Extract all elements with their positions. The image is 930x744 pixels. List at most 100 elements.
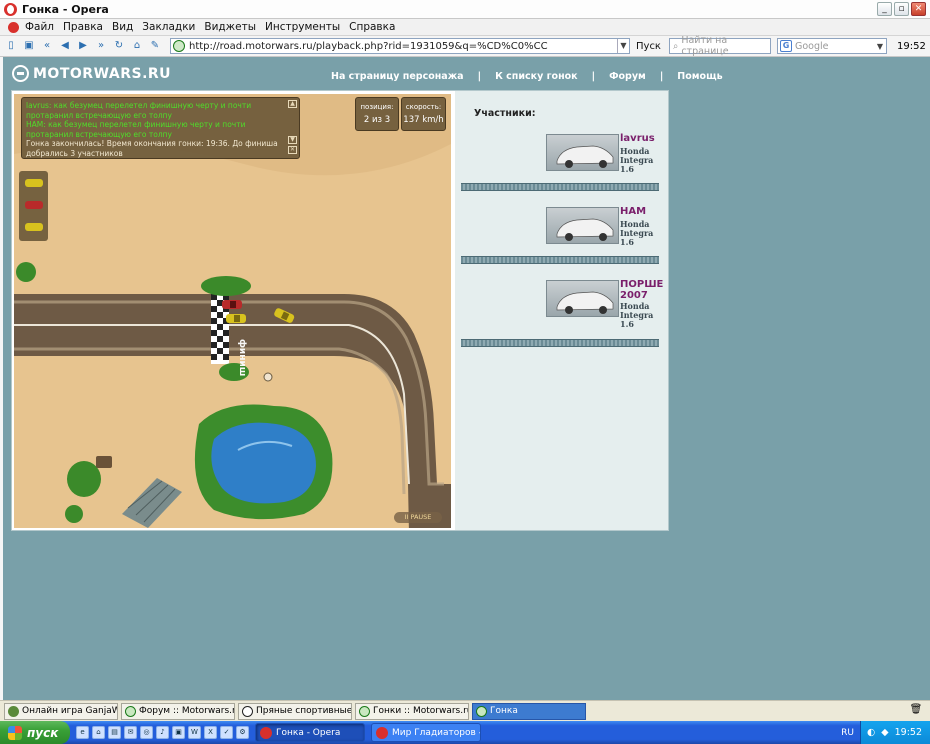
participants-title: Участники: [474, 108, 536, 119]
quicklaunch-app-icon[interactable]: X [204, 726, 217, 739]
quicklaunch-app-icon[interactable]: ⚙ [236, 726, 249, 739]
pause-button[interactable]: II PAUSE [394, 512, 442, 523]
site-nav: На страницу персонажа | К списку гонок |… [331, 71, 723, 82]
quicklaunch-app-icon[interactable]: ▣ [172, 726, 185, 739]
maximize-button[interactable]: ▫ [894, 2, 909, 16]
taskbar-window-opera[interactable]: Гонка - Opera [255, 723, 365, 742]
site-logo[interactable]: MOTORWARS.RU [12, 65, 171, 82]
menu-file[interactable]: Файл [25, 21, 54, 33]
home-icon[interactable]: ⌂ [130, 39, 144, 53]
language-indicator[interactable]: RU [841, 728, 854, 738]
tray-volume-icon[interactable]: ◆ [881, 727, 888, 738]
wheel-logo-icon [12, 65, 29, 82]
window-title: Гонка - Opera [22, 2, 109, 16]
chat-scroll-up-icon[interactable]: ▲ [288, 100, 297, 108]
position-indicator: позиция: 2 из 3 [355, 97, 399, 131]
menu-help[interactable]: Справка [349, 21, 395, 33]
tab-sports[interactable]: Пряные спортивные тр... [238, 702, 352, 720]
menu-widgets[interactable]: Виджеты [204, 21, 256, 33]
participant-item: lavrus Honda Integra 1.6 [461, 133, 659, 202]
race-chat-log: lavrus: как безумец перелетел финишную ч… [21, 97, 300, 159]
start-label: пуск [27, 725, 59, 740]
fast-forward-icon[interactable]: » [94, 39, 108, 53]
taskbar-window-gladiators[interactable]: Мир Гладиаторов - ... [371, 723, 481, 742]
new-page-icon[interactable]: ▯ [4, 39, 18, 53]
finish-text: финиш [237, 339, 247, 376]
quicklaunch-app-icon[interactable]: ✉ [124, 726, 137, 739]
quicklaunch-app-icon[interactable]: ◎ [140, 726, 153, 739]
address-dropdown-icon[interactable]: ▼ [617, 39, 629, 53]
racer-legend [19, 171, 48, 241]
back-icon[interactable]: ◀ [58, 39, 72, 53]
quicklaunch-app-icon[interactable]: ⌂ [92, 726, 105, 739]
google-icon[interactable]: G [779, 40, 792, 52]
opera-icon [4, 2, 17, 16]
tab-ganjawars[interactable]: Онлайн игра GanjaWars... [4, 702, 118, 720]
tab-label: Пряные спортивные тр... [256, 706, 352, 716]
participants-panel: Участники: lavrus Honda Integra 1.6 НАМ … [455, 91, 668, 530]
close-button[interactable]: ✕ [911, 2, 926, 16]
participant-car: 1.6 [620, 164, 634, 174]
participant-name[interactable]: ПОРШЕ 2007 [620, 279, 663, 301]
menu-tools[interactable]: Инструменты [265, 21, 340, 33]
chat-close-icon[interactable]: ✕ [288, 146, 297, 154]
participant-item: НАМ Honda Integra 1.6 [461, 206, 659, 275]
quicklaunch-app-icon[interactable]: ▤ [108, 726, 121, 739]
tab-forum[interactable]: Форум :: Motorwars.ru [121, 702, 235, 720]
participant-name[interactable]: НАМ [620, 206, 646, 217]
car-thumbnail [546, 280, 619, 317]
race-car-red [222, 300, 242, 309]
quicklaunch-app-icon[interactable]: e [76, 726, 89, 739]
chat-scroll-down-icon[interactable]: ▼ [288, 136, 297, 144]
participant-item: ПОРШЕ 2007 Honda Integra 1.6 [461, 279, 663, 348]
legend-car-yellow-2 [25, 223, 43, 231]
tray-clock: 19:52 [894, 727, 922, 738]
menu-view[interactable]: Вид [112, 21, 133, 33]
tab-race-active[interactable]: Гонка [472, 702, 586, 720]
search-engine-input[interactable]: G Google ▼ [776, 38, 887, 54]
forward-icon[interactable]: ▶ [76, 39, 90, 53]
opera-menu-icon[interactable] [8, 21, 19, 33]
rewind-icon[interactable]: « [40, 39, 54, 53]
tab-races[interactable]: Гонки :: Motorwars.ru [355, 702, 469, 720]
minimize-button[interactable]: _ [877, 2, 892, 16]
motorwars-favicon-icon [359, 705, 370, 717]
logo-text: MOTORWARS.RU [33, 65, 172, 82]
quicklaunch-app-icon[interactable]: ♪ [156, 726, 169, 739]
find-in-page-input[interactable]: ⌕ Найти на странице [668, 35, 771, 57]
nav-race-list[interactable]: К списку гонок [495, 71, 578, 82]
nav-forum[interactable]: Форум [609, 71, 646, 82]
quicklaunch-app-icon[interactable]: W [188, 726, 201, 739]
site-favicon-icon [173, 40, 185, 52]
quicklaunch-app-icon[interactable]: ✓ [220, 726, 233, 739]
row-divider [461, 256, 659, 264]
go-button[interactable]: Пуск [636, 41, 661, 52]
system-tray: ◐ ◆ 19:52 [860, 721, 930, 744]
start-button[interactable]: пуск [0, 721, 70, 744]
speed-label: скорость: [405, 103, 442, 111]
save-icon[interactable]: ▣ [22, 39, 36, 53]
address-bar[interactable]: http://road.motorwars.ru/playback.php?ri… [170, 38, 630, 54]
chat-message: lavrus: как безумец перелетел финишную ч… [26, 101, 252, 120]
windows-flag-icon [8, 725, 22, 740]
taskbar-window-label: Мир Гладиаторов - ... [392, 727, 480, 738]
race-playback-game[interactable]: финиш lavrus: как безумец перелетел фини… [14, 94, 451, 528]
legend-car-red [25, 201, 43, 209]
toolbar-clock: 19:52 [896, 40, 926, 52]
opera-icon [376, 726, 388, 739]
search-dropdown-icon[interactable]: ▼ [874, 42, 886, 51]
menu-bookmarks[interactable]: Закладки [142, 21, 195, 33]
nav-help[interactable]: Помощь [677, 71, 722, 82]
address-text[interactable]: http://road.motorwars.ru/playback.php?ri… [189, 41, 617, 52]
menu-edit[interactable]: Правка [63, 21, 103, 33]
nav-character-page[interactable]: На страницу персонажа [331, 71, 464, 82]
reload-icon[interactable]: ↻ [112, 39, 126, 53]
taskbar-window-label: Гонка - Opera [276, 727, 341, 738]
tab-label: Онлайн игра GanjaWars... [22, 706, 118, 716]
trash-icon[interactable]: 🗑 [908, 704, 924, 718]
soccer-ball-icon [242, 705, 253, 717]
tray-network-icon[interactable]: ◐ [867, 727, 875, 738]
participant-name[interactable]: lavrus [620, 133, 655, 144]
edit-icon[interactable]: ✎ [148, 39, 162, 53]
car-thumbnail [546, 134, 619, 171]
